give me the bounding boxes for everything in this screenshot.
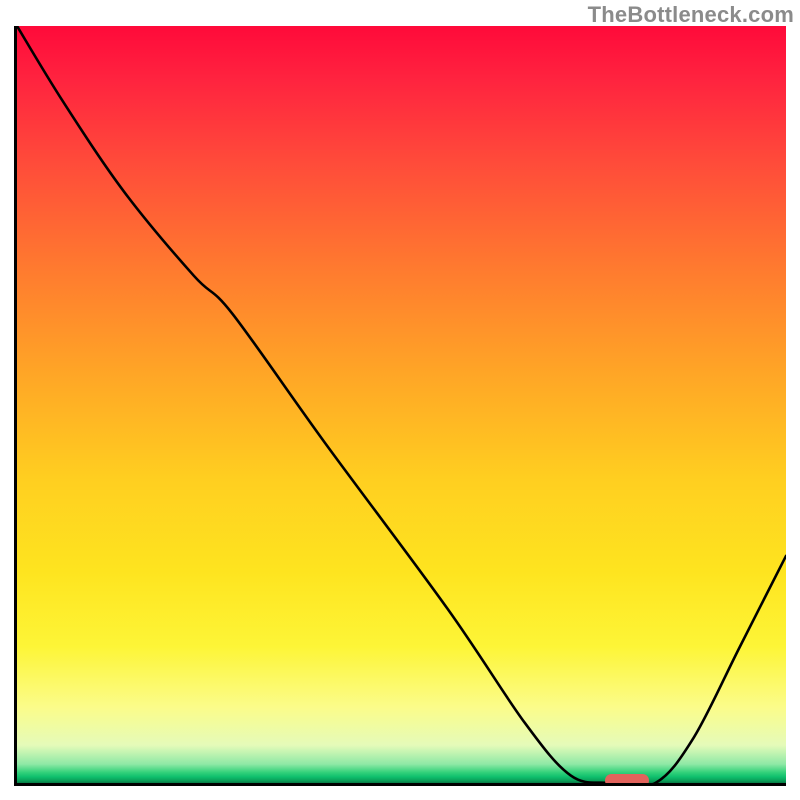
watermark-text: TheBottleneck.com [588,2,794,28]
bottleneck-curve [17,26,786,783]
chart-container: TheBottleneck.com [0,0,800,800]
minimum-marker [605,774,649,786]
plot-area [14,26,786,786]
